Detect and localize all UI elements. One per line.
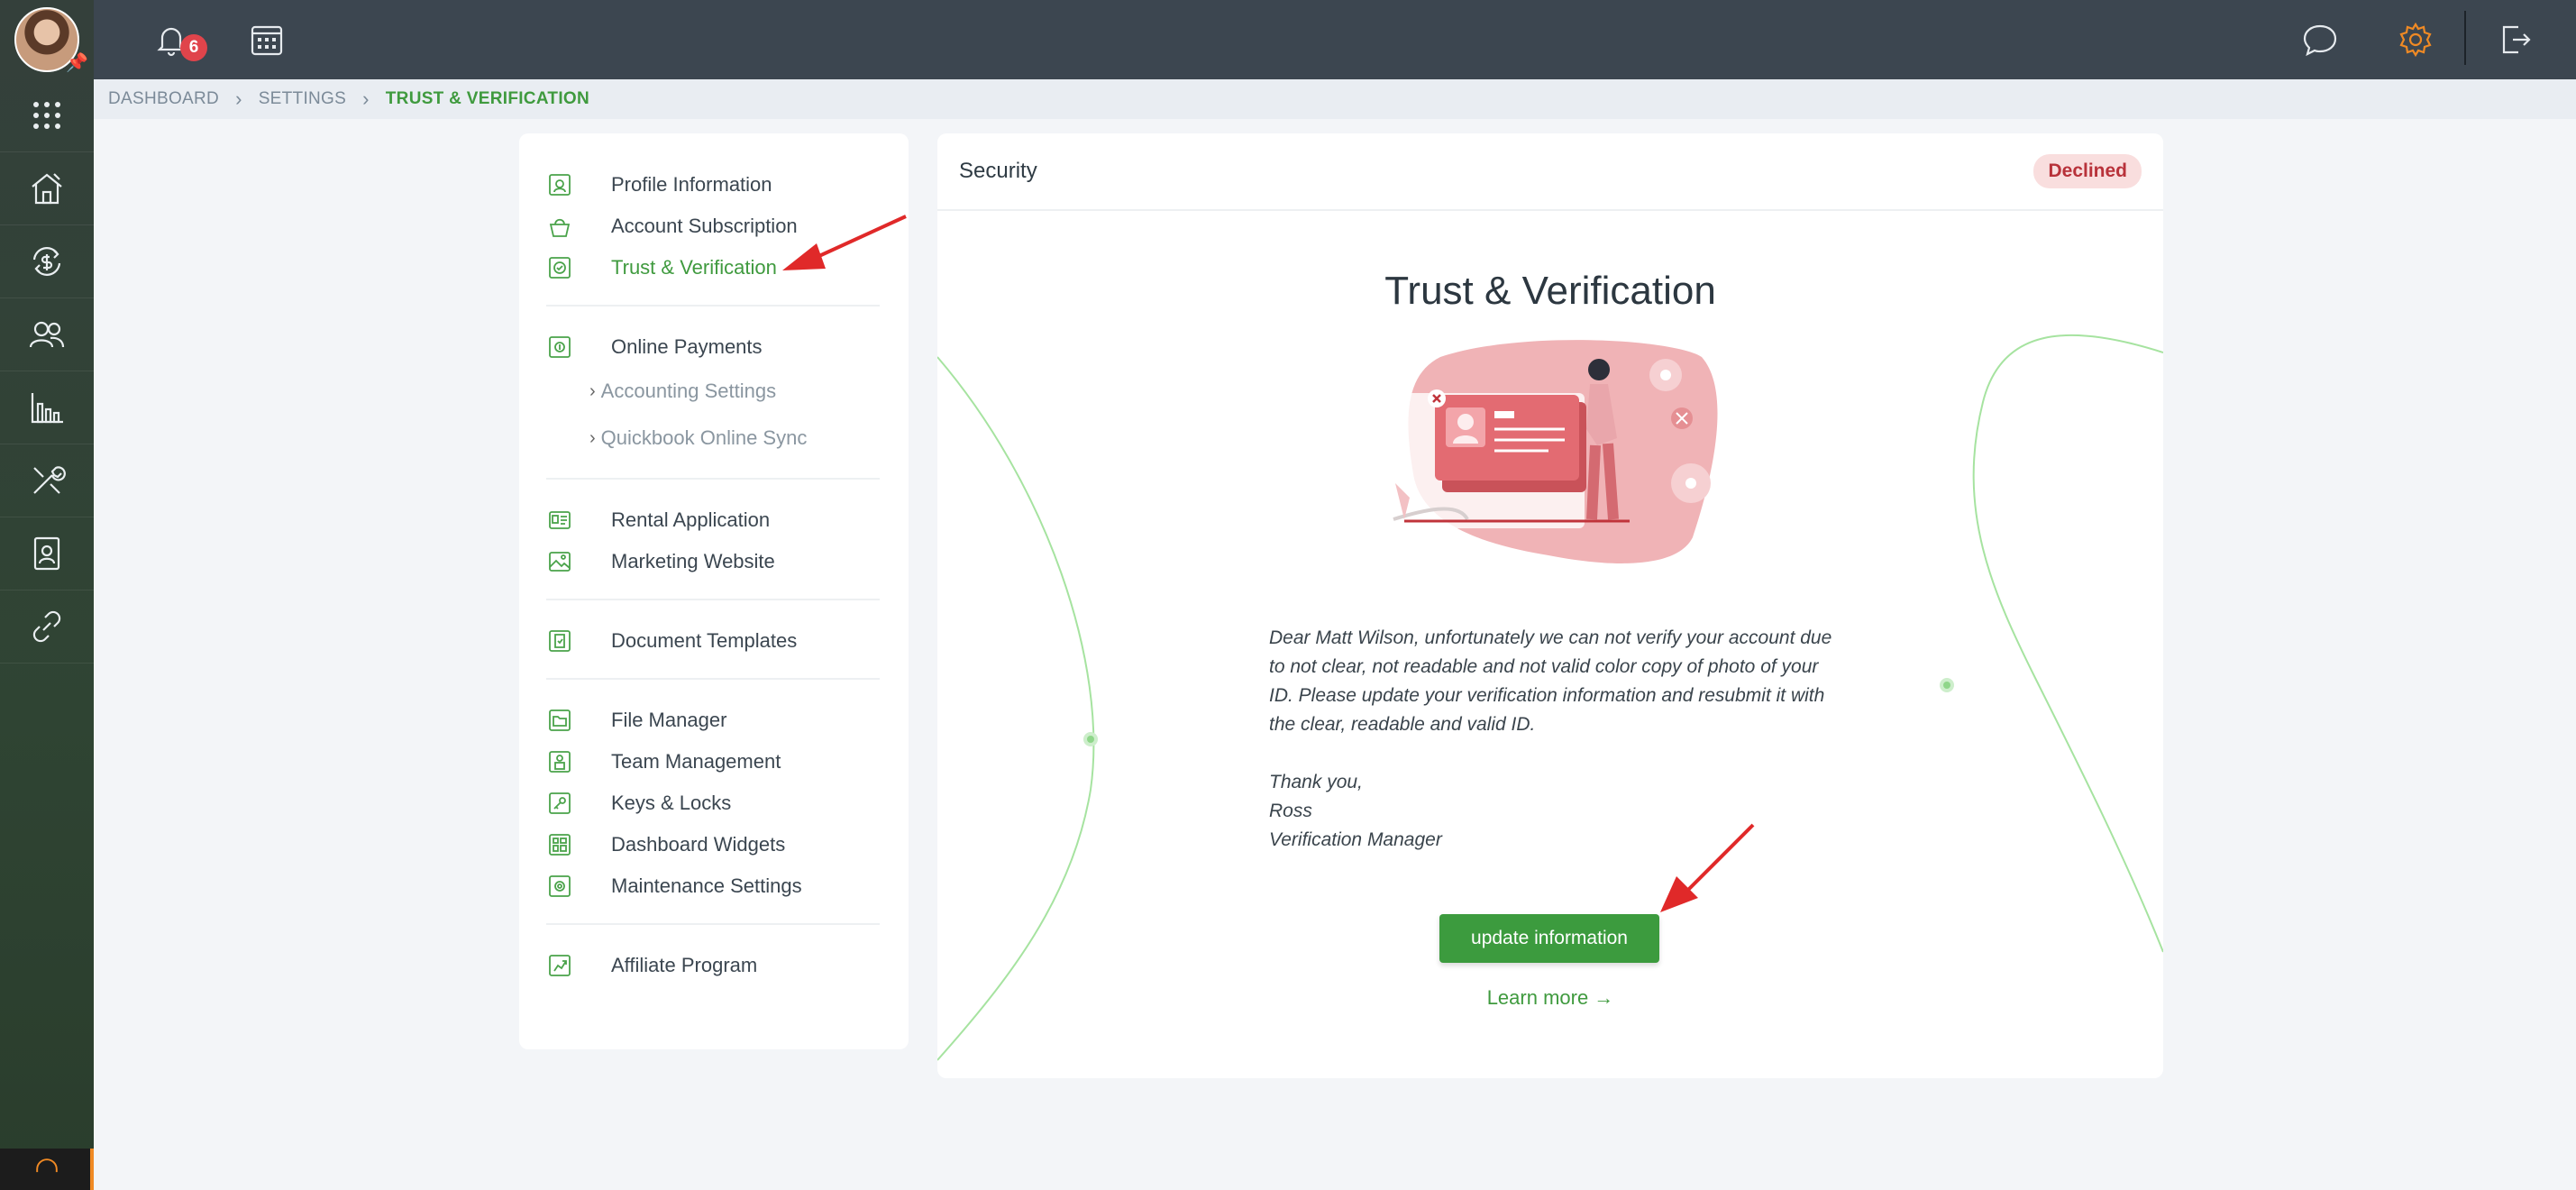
menu-item-label: Team Management — [611, 750, 781, 773]
reports-icon[interactable] — [0, 371, 94, 444]
menu-group-affiliate: Affiliate Program — [546, 945, 880, 1002]
menu-item-label: File Manager — [611, 709, 727, 731]
security-title: Security — [959, 159, 1037, 183]
breadcrumb-settings[interactable]: SETTINGS — [259, 89, 346, 109]
pin-icon[interactable]: 📌 — [66, 51, 88, 74]
link-icon[interactable] — [0, 590, 94, 664]
menu-item-trust-verification[interactable]: Trust & Verification — [546, 247, 880, 288]
maintenance-tools-icon[interactable] — [0, 444, 94, 517]
menu-group-marketing: Rental Application Marketing Website — [546, 499, 880, 600]
status-badge: Declined — [2033, 154, 2142, 188]
calendar-icon[interactable] — [243, 16, 290, 63]
application-form-icon — [546, 507, 573, 534]
menu-item-dashboard-widgets[interactable]: Dashboard Widgets — [546, 824, 880, 865]
menu-group-documents: Document Templates — [546, 620, 880, 680]
breadcrumb-dashboard[interactable]: DASHBOARD — [108, 89, 219, 109]
menu-item-account-subscription[interactable]: Account Subscription — [546, 206, 880, 247]
left-rail: 📌 — [0, 0, 94, 1190]
message-body: Dear Matt Wilson, unfortunately we can n… — [1269, 627, 1832, 735]
submenu-quickbook-online-sync[interactable]: › Quickbook Online Sync — [546, 415, 880, 462]
verification-message: Dear Matt Wilson, unfortunately we can n… — [1269, 624, 1846, 855]
image-icon — [546, 548, 573, 575]
message-signer: Ross — [1269, 801, 1312, 821]
menu-item-label: Marketing Website — [611, 550, 775, 572]
menu-item-label: Account Subscription — [611, 215, 798, 237]
message-signer-title: Verification Manager — [1269, 829, 1442, 850]
menu-item-label: Affiliate Program — [611, 954, 758, 976]
chat-icon[interactable] — [2297, 16, 2343, 63]
profile-icon — [546, 171, 573, 198]
menu-item-keys-locks[interactable]: Keys & Locks — [546, 783, 880, 824]
menu-item-affiliate-program[interactable]: Affiliate Program — [546, 945, 880, 986]
settings-menu: Profile Information Account Subscription… — [519, 133, 909, 1049]
folder-icon — [546, 707, 573, 734]
settings-gear-icon[interactable] — [2392, 16, 2439, 63]
widgets-grid-icon — [546, 831, 573, 858]
menu-item-team-management[interactable]: Team Management — [546, 741, 880, 783]
logout-icon[interactable] — [2491, 16, 2538, 63]
id-verification-illustration — [1393, 340, 1718, 563]
breadcrumb-chevron-icon: › — [362, 87, 370, 110]
payments-icon — [546, 334, 573, 361]
notification-count-badge[interactable]: 6 — [180, 34, 207, 61]
message-thanks: Thank you, — [1269, 772, 1363, 792]
submenu-label: Quickbook Online Sync — [600, 426, 808, 449]
affiliate-icon — [546, 952, 573, 979]
page-title: Trust & Verification — [1384, 269, 1716, 313]
menu-item-label: Document Templates — [611, 629, 798, 652]
topbar-divider — [2464, 11, 2466, 65]
top-bar: 6 — [94, 0, 2576, 79]
menu-item-label: Profile Information — [611, 173, 772, 196]
payments-icon[interactable] — [0, 225, 94, 298]
menu-item-label: Rental Application — [611, 508, 771, 531]
key-icon — [546, 790, 573, 817]
breadcrumb: DASHBOARD › SETTINGS › TRUST & VERIFICAT… — [94, 79, 2576, 119]
subscription-basket-icon — [546, 213, 573, 240]
security-card: Security Declined Trust & Verification D… — [937, 133, 2163, 1078]
menu-item-maintenance-settings[interactable]: Maintenance Settings — [546, 865, 880, 907]
support-headset-icon[interactable] — [0, 1149, 94, 1190]
breadcrumb-chevron-icon: › — [235, 87, 242, 110]
tenant-document-icon[interactable] — [0, 517, 94, 590]
update-information-button[interactable]: update information — [1439, 914, 1659, 963]
shield-check-icon — [546, 254, 573, 281]
apps-grid-icon[interactable] — [0, 79, 94, 152]
maintenance-gear-icon — [546, 873, 573, 900]
menu-item-document-templates[interactable]: Document Templates — [546, 620, 880, 662]
menu-group-operations: File Manager Team Management Keys & Lock… — [546, 700, 880, 925]
menu-group-payments: Online Payments › Accounting Settings › … — [546, 326, 880, 480]
menu-item-label: Trust & Verification — [611, 256, 777, 279]
menu-item-rental-application[interactable]: Rental Application — [546, 499, 880, 541]
menu-item-label: Dashboard Widgets — [611, 833, 786, 856]
menu-item-file-manager[interactable]: File Manager — [546, 700, 880, 741]
menu-item-label: Keys & Locks — [611, 792, 732, 814]
security-header: Security Declined — [937, 133, 2163, 211]
learn-more-link[interactable]: Learn more → — [937, 986, 2163, 1010]
submenu-label: Accounting Settings — [600, 380, 777, 402]
menu-group-account: Profile Information Account Subscription… — [546, 164, 880, 307]
document-template-icon — [546, 627, 573, 654]
menu-item-label: Maintenance Settings — [611, 874, 802, 897]
avatar-container[interactable]: 📌 — [0, 0, 94, 79]
team-icon — [546, 748, 573, 775]
breadcrumb-current: TRUST & VERIFICATION — [385, 89, 590, 108]
menu-item-label: Online Payments — [611, 335, 763, 358]
menu-item-online-payments[interactable]: Online Payments — [546, 326, 880, 368]
chevron-right-icon: › — [589, 427, 596, 448]
people-icon[interactable] — [0, 298, 94, 371]
properties-icon[interactable] — [0, 152, 94, 225]
menu-item-marketing-website[interactable]: Marketing Website — [546, 541, 880, 582]
submenu-accounting-settings[interactable]: › Accounting Settings — [546, 368, 880, 415]
chevron-right-icon: › — [589, 380, 596, 401]
menu-item-profile-information[interactable]: Profile Information — [546, 164, 880, 206]
